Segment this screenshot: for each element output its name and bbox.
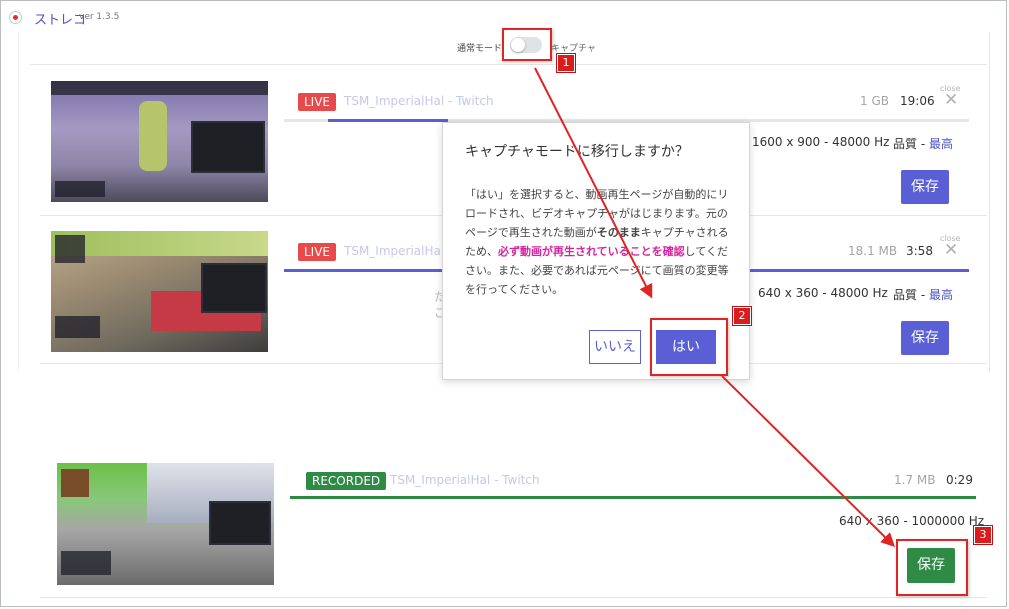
annotation-arrows (534, 67, 895, 547)
annotation-arrow (534, 67, 653, 299)
annotation-arrow (721, 375, 895, 547)
